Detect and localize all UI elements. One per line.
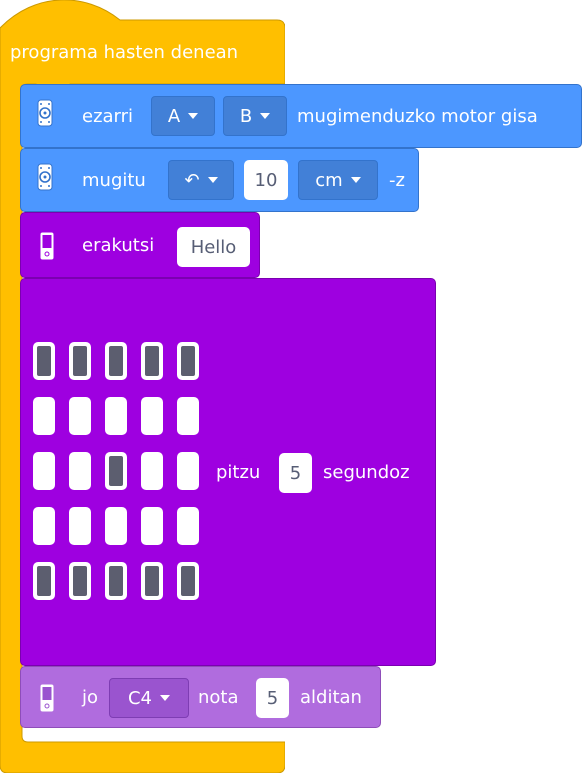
led-pixel[interactable] <box>69 452 91 490</box>
chevron-down-icon <box>188 113 199 119</box>
beats-input[interactable]: 5 <box>256 678 289 718</box>
unit-value: cm <box>315 169 343 191</box>
led-pixel[interactable] <box>105 397 127 435</box>
led-pixel[interactable] <box>69 562 91 600</box>
motor-setup-label: ezarri <box>82 106 134 127</box>
distance-input[interactable]: 10 <box>244 160 288 200</box>
seconds-input[interactable]: 5 <box>279 453 312 493</box>
led-pixel[interactable] <box>177 507 199 545</box>
led-pixel[interactable] <box>141 452 163 490</box>
led-pixel[interactable] <box>105 342 127 380</box>
beats-value: 5 <box>266 687 279 709</box>
show-text-block[interactable]: erakutsi Hello <box>20 212 260 278</box>
led-pixel[interactable] <box>141 342 163 380</box>
led-pixel[interactable] <box>69 507 91 545</box>
led-pixel[interactable] <box>141 562 163 600</box>
chevron-down-icon <box>207 177 218 183</box>
motor-icon <box>37 99 53 127</box>
play-note-block[interactable]: jo C4 nota 5 alditan <box>20 666 381 728</box>
led-pixel[interactable] <box>177 342 199 380</box>
led-pixel[interactable] <box>33 562 55 600</box>
play-note-mid-label: nota <box>198 687 239 708</box>
led-pixel[interactable] <box>177 397 199 435</box>
chevron-down-icon <box>350 177 361 183</box>
led-pixel[interactable] <box>33 507 55 545</box>
hub-display-icon <box>40 684 54 712</box>
led-matrix[interactable] <box>33 342 209 606</box>
led-pixel[interactable] <box>141 397 163 435</box>
port-a-value: A <box>167 105 181 127</box>
hub-display-icon <box>40 232 54 260</box>
light-matrix-suffix: segundoz <box>323 462 410 483</box>
chevron-down-icon <box>160 695 171 701</box>
motor-icon <box>37 163 53 191</box>
led-pixel[interactable] <box>105 562 127 600</box>
play-note-label: jo <box>82 687 99 708</box>
led-pixel[interactable] <box>33 342 55 380</box>
move-label: mugitu <box>82 170 146 191</box>
unit-dropdown[interactable]: cm <box>298 160 378 200</box>
motor-setup-suffix: mugimenduzko motor gisa <box>297 106 538 127</box>
distance-value: 10 <box>254 169 278 191</box>
motor-setup-block[interactable]: ezarri A B mugimenduzko motor gisa <box>20 84 582 148</box>
light-matrix-block[interactable]: pitzu 5 segundoz <box>20 278 436 666</box>
event-block-label: programa hasten denean <box>10 42 239 63</box>
port-b-dropdown[interactable]: B <box>223 96 287 136</box>
led-pixel[interactable] <box>177 452 199 490</box>
move-block[interactable]: mugitu ↶ 10 cm -z <box>20 148 419 212</box>
direction-dropdown[interactable]: ↶ <box>168 160 234 200</box>
chevron-down-icon <box>260 113 271 119</box>
port-a-dropdown[interactable]: A <box>151 96 215 136</box>
led-pixel[interactable] <box>177 562 199 600</box>
led-pixel[interactable] <box>33 397 55 435</box>
seconds-value: 5 <box>289 462 302 484</box>
led-pixel[interactable] <box>141 507 163 545</box>
play-note-suffix: alditan <box>300 687 362 708</box>
led-pixel[interactable] <box>33 452 55 490</box>
move-suffix: -z <box>389 170 405 191</box>
light-matrix-label: pitzu <box>216 462 261 483</box>
led-pixel[interactable] <box>105 507 127 545</box>
note-value: C4 <box>127 687 153 709</box>
note-dropdown[interactable]: C4 <box>109 678 189 718</box>
led-pixel[interactable] <box>105 452 127 490</box>
rotate-ccw-icon: ↶ <box>184 169 200 191</box>
port-b-value: B <box>239 105 253 127</box>
led-pixel[interactable] <box>69 397 91 435</box>
show-text-label: erakutsi <box>82 235 155 256</box>
text-input[interactable]: Hello <box>177 227 250 267</box>
text-value: Hello <box>190 236 237 258</box>
led-pixel[interactable] <box>69 342 91 380</box>
